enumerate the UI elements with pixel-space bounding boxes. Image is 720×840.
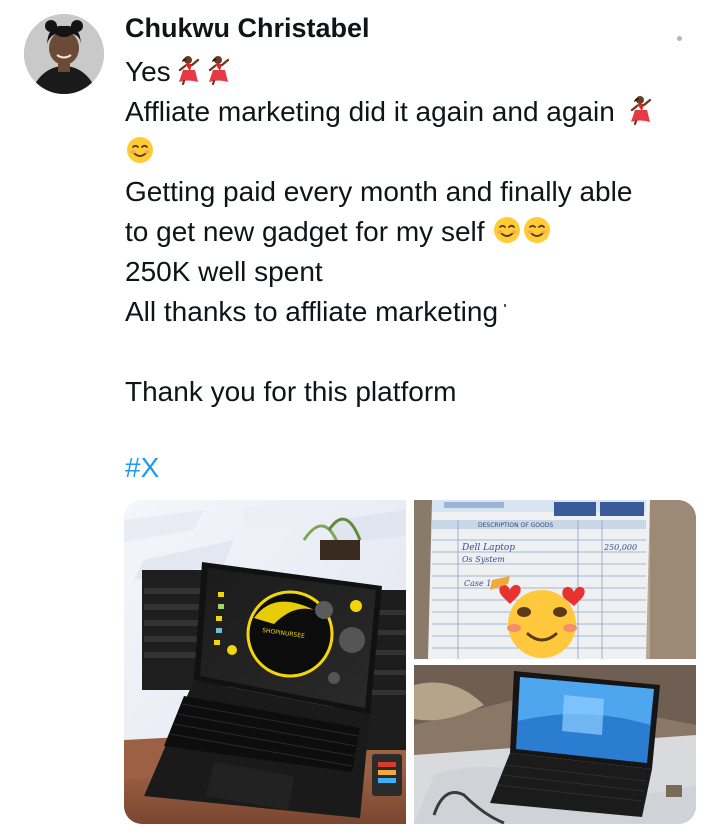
author-name[interactable]: Chukwu Christabel bbox=[125, 12, 370, 44]
tweet-line-6-text: All thanks to affliate marketing bbox=[125, 296, 499, 327]
woman-dancing-icon bbox=[623, 95, 653, 125]
tweet-line-1-text: Yes bbox=[125, 56, 171, 87]
tweet-line-3: Getting paid every month and finally abl… bbox=[125, 172, 705, 212]
receipt-amount: 250,000 bbox=[603, 543, 637, 552]
tweet-line-emoji bbox=[125, 132, 705, 172]
tweet-line-2-text: Affliate marketing did it again and agai… bbox=[125, 96, 615, 127]
smiling-face-icon bbox=[522, 215, 552, 245]
media-grid: SHOPINURSEE DESCRIPTION OF GOODS Dell La… bbox=[124, 500, 696, 824]
tweet-spacer bbox=[125, 332, 705, 372]
receipt-item-1: Dell Laptop bbox=[461, 543, 515, 553]
smiling-face-icon bbox=[125, 135, 155, 165]
tweet-line-7: Thank you for this platform bbox=[125, 372, 705, 412]
smiling-face-icon bbox=[492, 215, 522, 245]
laptop-photo[interactable]: SHOPINURSEE bbox=[124, 500, 406, 824]
tweet-text: Yes Affliate marketing did it again and … bbox=[125, 52, 705, 412]
laptop-screen-photo[interactable] bbox=[414, 665, 696, 824]
more-options-icon[interactable] bbox=[677, 36, 682, 41]
receipt-item-2: Os System bbox=[462, 555, 505, 564]
receipt-header: DESCRIPTION OF GOODS bbox=[478, 522, 553, 529]
tweet-line-4-text: to get new gadget for my self bbox=[125, 216, 485, 247]
stray-mark bbox=[504, 304, 507, 307]
tweet-line-5-text: 250K well spent bbox=[125, 256, 323, 287]
hashtag-link[interactable]: #X bbox=[125, 448, 159, 488]
tweet-line-2: Affliate marketing did it again and agai… bbox=[125, 92, 705, 132]
tweet-line-1: Yes bbox=[125, 52, 705, 92]
tweet[interactable]: Chukwu Christabel Yes Affliate marketing… bbox=[0, 0, 720, 840]
woman-dancing-icon bbox=[201, 55, 231, 85]
tweet-line-7-text: Thank you for this platform bbox=[125, 376, 457, 407]
receipt-photo[interactable]: DESCRIPTION OF GOODS Dell Laptop Os Syst… bbox=[414, 500, 696, 659]
tweet-line-4: to get new gadget for my self bbox=[125, 212, 705, 252]
tweet-line-5: 250K well spent bbox=[125, 252, 705, 292]
woman-dancing-icon bbox=[171, 55, 201, 85]
tweet-line-6: All thanks to affliate marketing bbox=[125, 292, 705, 332]
tweet-line-3-text: Getting paid every month and finally abl… bbox=[125, 176, 633, 207]
avatar[interactable] bbox=[24, 14, 104, 94]
